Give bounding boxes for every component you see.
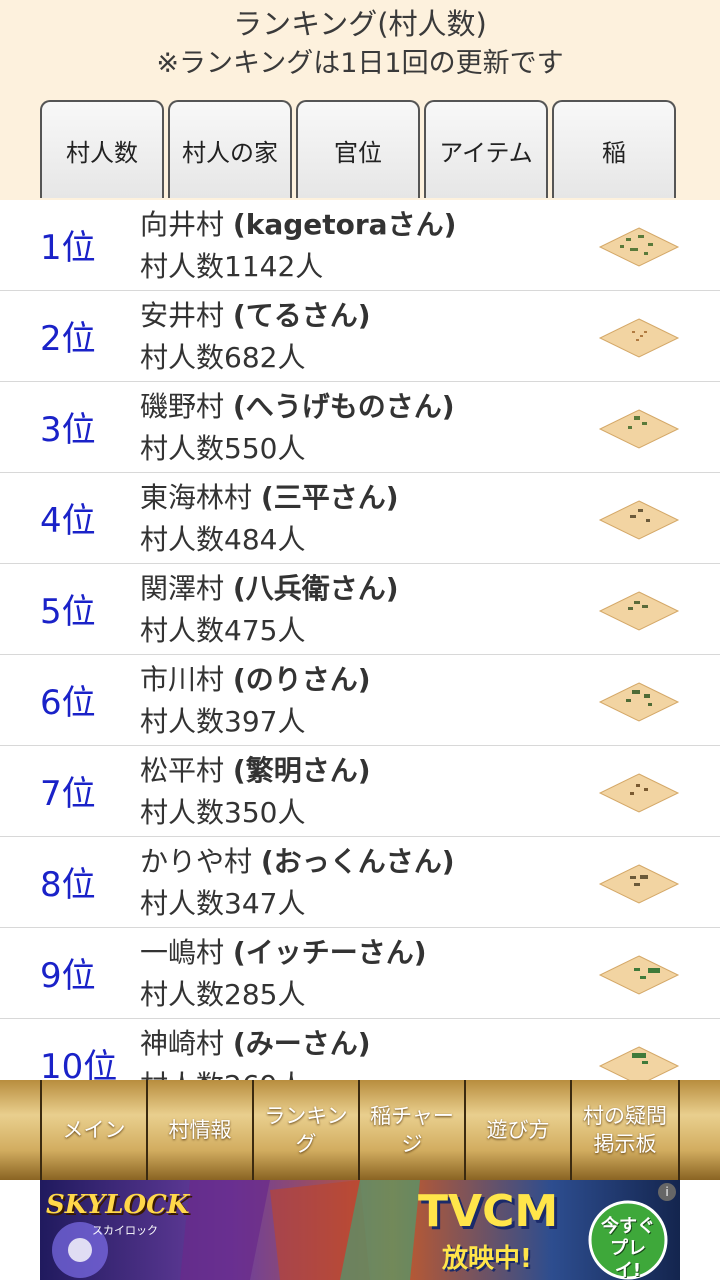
village-map-thumbnail bbox=[598, 955, 680, 995]
ad-headline: TVCM bbox=[418, 1186, 559, 1237]
village-name: 神崎村 (みーさん) bbox=[140, 1025, 371, 1063]
village-title: かりや村 bbox=[140, 845, 261, 878]
rank-label: 9位 bbox=[40, 956, 96, 996]
villager-count: 村人数285人 bbox=[140, 978, 306, 1011]
village-title: 磯野村 bbox=[140, 390, 233, 423]
rank-label: 7位 bbox=[40, 774, 96, 814]
rank-label: 5位 bbox=[40, 592, 96, 632]
rank-label: 6位 bbox=[40, 683, 96, 723]
tab-items[interactable]: アイテム bbox=[424, 100, 548, 198]
village-map-thumbnail bbox=[598, 682, 680, 722]
villager-count: 村人数475人 bbox=[140, 614, 306, 647]
village-owner: (おっくんさん) bbox=[260, 845, 455, 878]
village-name: 松平村 (繁明さん) bbox=[140, 752, 371, 790]
tab-villager-houses[interactable]: 村人の家 bbox=[168, 100, 292, 198]
village-title: 向井村 bbox=[140, 208, 233, 241]
village-owner: (てるさん) bbox=[232, 299, 371, 332]
village-map-thumbnail bbox=[598, 864, 680, 904]
rank-label: 1位 bbox=[40, 228, 96, 268]
village-map-thumbnail bbox=[598, 318, 680, 358]
village-title: 関澤村 bbox=[140, 572, 233, 605]
ad-info-icon[interactable]: i bbox=[658, 1183, 676, 1201]
village-owner: (みーさん) bbox=[232, 1027, 371, 1060]
villager-count: 村人数1142人 bbox=[140, 250, 324, 283]
rank-label: 4位 bbox=[40, 501, 96, 541]
village-owner: (kagetoraさん) bbox=[232, 208, 457, 241]
village-owner: (三平さん) bbox=[260, 481, 399, 514]
nav-how-to-play[interactable]: 遊び方 bbox=[464, 1080, 570, 1180]
village-owner: (のりさん) bbox=[232, 663, 371, 696]
ad-brand-sub: スカイロック bbox=[92, 1224, 158, 1237]
tab-rice[interactable]: 稲 bbox=[552, 100, 676, 198]
ad-subline: 放映中! bbox=[442, 1244, 532, 1274]
ranking-row[interactable]: 1位 向井村 (kagetoraさん) 村人数1142人 bbox=[0, 200, 720, 291]
ranking-tabs: 村人数 村人の家 官位 アイテム 稲 bbox=[40, 100, 680, 200]
ranking-header: ランキング(村人数) ※ランキングは1日1回の更新です 村人数 村人の家 官位 … bbox=[0, 0, 720, 200]
nav-main[interactable]: メイン bbox=[40, 1080, 146, 1180]
village-map-thumbnail bbox=[598, 591, 680, 631]
village-map-thumbnail bbox=[598, 773, 680, 813]
villager-count: 村人数550人 bbox=[140, 432, 306, 465]
village-title: 一嶋村 bbox=[140, 936, 233, 969]
village-name: 向井村 (kagetoraさん) bbox=[140, 206, 456, 244]
rank-label: 2位 bbox=[40, 319, 96, 359]
ranking-row[interactable]: 5位 関澤村 (八兵衛さん) 村人数475人 bbox=[0, 564, 720, 655]
bottom-nav: メイン 村情報 ランキング 稲チャージ 遊び方 村の疑問 掲示板 bbox=[0, 1080, 720, 1180]
ranking-row[interactable]: 10位 神崎村 (みーさん) 村人数269人 bbox=[0, 1019, 720, 1080]
villager-count: 村人数269人 bbox=[140, 1067, 305, 1080]
rank-label: 10位 bbox=[40, 1047, 118, 1080]
village-name: 一嶋村 (イッチーさん) bbox=[140, 934, 427, 972]
update-note: ※ランキングは1日1回の更新です bbox=[156, 48, 564, 79]
ad-play-now-button[interactable]: 今すぐプレイ! bbox=[598, 1216, 658, 1280]
ranking-row[interactable]: 7位 松平村 (繁明さん) 村人数350人 bbox=[0, 746, 720, 837]
nav-village-faq-board[interactable]: 村の疑問 掲示板 bbox=[570, 1080, 680, 1180]
village-owner: (八兵衛さん) bbox=[232, 572, 399, 605]
villager-count: 村人数484人 bbox=[140, 523, 306, 556]
village-title: 松平村 bbox=[140, 754, 233, 787]
village-owner: (イッチーさん) bbox=[232, 936, 427, 969]
ad-brand-logo: SKYLOCK bbox=[46, 1190, 190, 1220]
village-owner: (繁明さん) bbox=[232, 754, 371, 787]
village-title: 安井村 bbox=[140, 299, 233, 332]
ranking-row[interactable]: 4位 東海林村 (三平さん) 村人数484人 bbox=[0, 473, 720, 564]
village-map-thumbnail bbox=[598, 500, 680, 540]
villager-count: 村人数347人 bbox=[140, 887, 306, 920]
villager-count: 村人数682人 bbox=[140, 341, 306, 374]
village-map-thumbnail bbox=[598, 1046, 680, 1080]
ranking-row[interactable]: 9位 一嶋村 (イッチーさん) 村人数285人 bbox=[0, 928, 720, 1019]
nav-rice-charge[interactable]: 稲チャージ bbox=[358, 1080, 464, 1180]
village-title: 東海林村 bbox=[140, 481, 261, 514]
villager-count: 村人数397人 bbox=[140, 705, 306, 738]
rank-label: 3位 bbox=[40, 410, 96, 450]
nav-ranking[interactable]: ランキング bbox=[252, 1080, 358, 1180]
village-owner: (へうげものさん) bbox=[232, 390, 455, 423]
village-name: 磯野村 (へうげものさん) bbox=[140, 388, 455, 426]
nav-village-info[interactable]: 村情報 bbox=[146, 1080, 252, 1180]
village-map-thumbnail bbox=[598, 409, 680, 449]
village-name: かりや村 (おっくんさん) bbox=[140, 843, 455, 881]
villager-count: 村人数350人 bbox=[140, 796, 306, 829]
ranking-row[interactable]: 8位 かりや村 (おっくんさん) 村人数347人 bbox=[0, 837, 720, 928]
village-map-thumbnail bbox=[598, 227, 680, 267]
tab-official-rank[interactable]: 官位 bbox=[296, 100, 420, 198]
village-name: 関澤村 (八兵衛さん) bbox=[140, 570, 399, 608]
village-title: 市川村 bbox=[140, 663, 233, 696]
ranking-row[interactable]: 6位 市川村 (のりさん) 村人数397人 bbox=[0, 655, 720, 746]
tab-villagers[interactable]: 村人数 bbox=[40, 100, 164, 198]
village-title: 神崎村 bbox=[140, 1027, 233, 1060]
ranking-row[interactable]: 3位 磯野村 (へうげものさん) 村人数550人 bbox=[0, 382, 720, 473]
village-name: 東海林村 (三平さん) bbox=[140, 479, 399, 517]
village-name: 安井村 (てるさん) bbox=[140, 297, 371, 335]
page-title: ランキング(村人数) bbox=[233, 7, 487, 41]
ad-banner[interactable]: SKYLOCK スカイロック TVCM 放映中! 今すぐプレイ! i bbox=[40, 1180, 680, 1280]
ranking-list[interactable]: 1位 向井村 (kagetoraさん) 村人数1142人 2位 安井村 (てるさ… bbox=[0, 200, 720, 1080]
rank-label: 8位 bbox=[40, 865, 96, 905]
ranking-row[interactable]: 2位 安井村 (てるさん) 村人数682人 bbox=[0, 291, 720, 382]
village-name: 市川村 (のりさん) bbox=[140, 661, 371, 699]
